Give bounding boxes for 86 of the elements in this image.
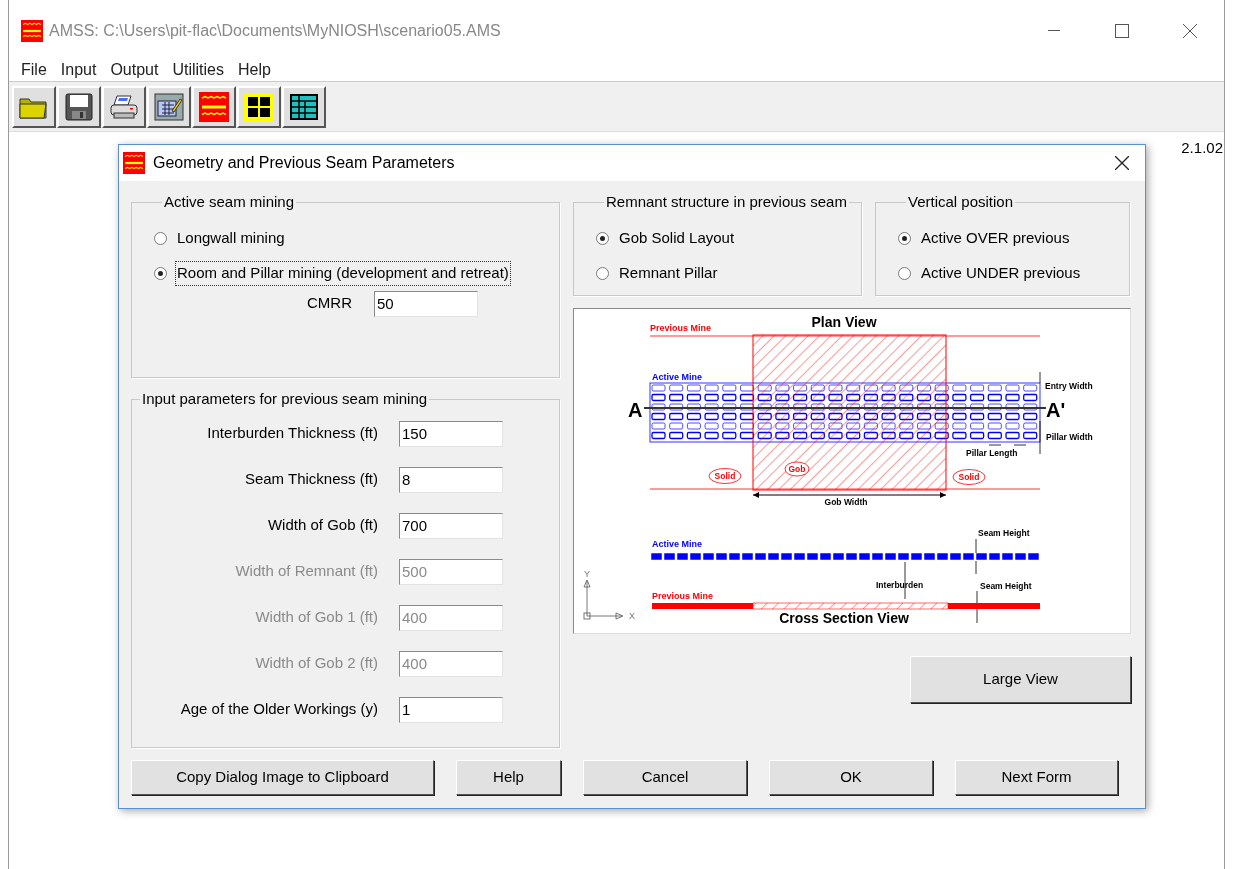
section-label: A [628, 399, 643, 421]
printer-icon [109, 93, 139, 120]
toolbar-button[interactable] [282, 85, 326, 128]
dialog-button[interactable]: Cancel [583, 760, 747, 795]
menu-item[interactable]: Help [237, 57, 271, 82]
axis-icon [583, 579, 624, 620]
radio-label[interactable]: Room and Pillar mining (development and retreat) [176, 262, 510, 285]
mine-label: Active Mine [652, 539, 702, 549]
toolbar-button[interactable] [57, 85, 101, 128]
group-title: Active seam mining [163, 192, 296, 212]
dialog-button[interactable]: Copy Dialog Image to Clipboard [131, 760, 434, 795]
input-field[interactable]: 50 [374, 290, 478, 317]
minimize-icon [1048, 30, 1060, 32]
field-label: Width of Gob 2 (ft) [254, 653, 378, 674]
region-label: Solid [958, 472, 980, 482]
solid-marker [708, 468, 742, 484]
gob-marker [784, 461, 810, 477]
menu-item[interactable]: Output [110, 57, 159, 82]
field-label: Width of Remnant (ft) [234, 561, 378, 582]
region-label: Gob [788, 464, 806, 474]
dimension-label: Seam Height [980, 581, 1032, 591]
dialog-button[interactable]: Next Form [955, 760, 1118, 795]
field-label: Width of Gob 1 (ft) [254, 607, 378, 628]
group-title: Vertical position [907, 192, 1015, 212]
dimension-label: Seam Height [978, 528, 1030, 538]
mine-label: Previous Mine [652, 591, 714, 601]
field-label: Seam Thickness (ft) [243, 469, 378, 490]
close-icon [1115, 156, 1129, 170]
input-field[interactable]: 150 [399, 420, 503, 447]
dialog-icon [123, 152, 145, 174]
grid-icon [244, 92, 274, 121]
group-title: Remnant structure in previous seam [605, 192, 848, 212]
version-label: 2.1.02 [1181, 138, 1223, 158]
radio-label[interactable]: Remnant Pillar [618, 262, 719, 285]
radio-button[interactable] [898, 267, 911, 280]
field-label: Width of Gob (ft) [266, 515, 378, 536]
radio-button[interactable] [596, 267, 609, 280]
save-icon [65, 92, 93, 121]
field-label: Interburden Thickness (ft) [206, 423, 378, 444]
dialog-button[interactable]: Large View [910, 656, 1131, 703]
table-icon [290, 93, 318, 120]
axis-label: X [629, 611, 635, 621]
radio-button[interactable] [596, 232, 609, 245]
radio-button[interactable] [154, 267, 167, 280]
input-field[interactable]: 1 [399, 696, 503, 723]
menu-item[interactable]: Input [60, 57, 97, 82]
dimension-label: Interburden [876, 580, 924, 590]
radio-button[interactable] [154, 232, 167, 245]
menu-item[interactable]: File [21, 57, 47, 82]
axis-label: Y [584, 569, 590, 579]
dimension-label: Gob Width [824, 497, 868, 507]
edit-icon [154, 92, 184, 121]
toolbar-button[interactable] [102, 85, 146, 128]
close-icon [1183, 24, 1197, 38]
field-label: Age of the Older Workings (y) [179, 699, 378, 720]
view-title: Plan View [811, 314, 877, 330]
view-title: Cross Section View [779, 610, 909, 626]
radio-button[interactable] [898, 232, 911, 245]
menu-item[interactable]: Utilities [172, 57, 224, 82]
radio-label[interactable]: Gob Solid Layout [618, 227, 736, 250]
dialog-title: Geometry and Previous Seam Parameters [153, 153, 455, 173]
toolbar-button[interactable] [12, 85, 56, 128]
mine-label: Previous Mine [650, 323, 712, 333]
radio-label[interactable]: Longwall mining [176, 227, 286, 250]
group-title: Input parameters for previous seam mining [141, 389, 429, 409]
toolbar-button[interactable] [192, 85, 236, 128]
solid-marker [952, 469, 986, 485]
toolbar-button[interactable] [237, 85, 281, 128]
input-field[interactable]: 700 [399, 512, 503, 539]
radio-label[interactable]: Active OVER previous [920, 227, 1071, 250]
radio-label[interactable]: Active UNDER previous [920, 262, 1082, 285]
app-icon [21, 20, 43, 42]
toolbar-button[interactable] [147, 85, 191, 128]
section-label: A' [1046, 399, 1066, 421]
input-field[interactable]: 8 [399, 466, 503, 493]
region-label: Solid [714, 471, 736, 481]
dialog-button[interactable]: OK [769, 760, 933, 795]
mine-label: Active Mine [652, 372, 702, 382]
seam-icon [199, 91, 229, 122]
dialog-button[interactable]: Help [456, 760, 561, 795]
dimension-label: Pillar Length [966, 448, 1018, 458]
maximize-icon [1115, 24, 1129, 38]
dimension-label: Pillar Width [1046, 432, 1093, 442]
field-label: CMRR [307, 293, 352, 314]
window-title: AMSS: C:\Users\pit-flac\Documents\MyNIOSH\scenario05.AMS [49, 21, 501, 41]
dimension-label: Entry Width [1045, 381, 1093, 391]
